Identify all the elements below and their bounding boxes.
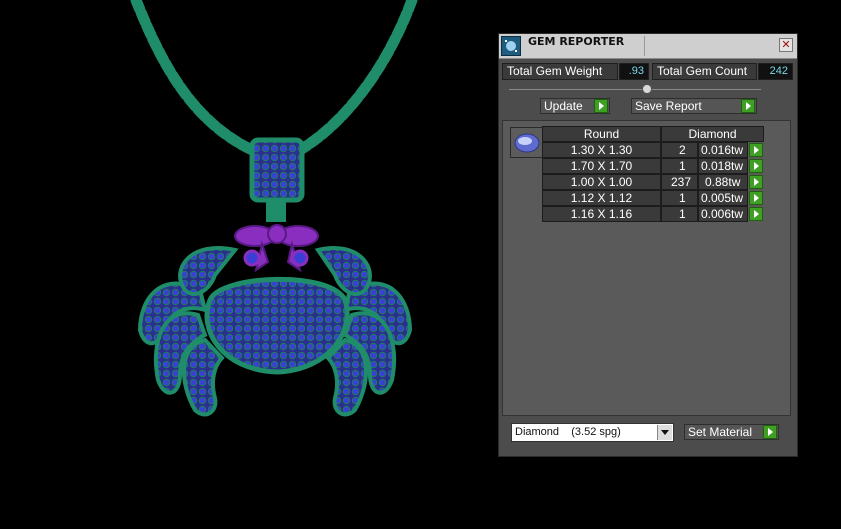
select-row-arrow-icon[interactable]	[749, 143, 763, 157]
size-slider-track[interactable]	[509, 89, 761, 90]
set-material-button[interactable]: Set Material	[684, 424, 779, 440]
play-arrow-icon	[741, 99, 755, 113]
title-bar[interactable]: GEM REPORTER ✕	[499, 34, 797, 59]
total-gem-weight-label: Total Gem Weight	[502, 63, 618, 80]
crab-body	[204, 276, 350, 375]
material-select[interactable]: Diamond (3.52 spg)	[511, 423, 674, 442]
gem-weight: 0.005tw	[698, 190, 748, 206]
gem-count: 1	[661, 190, 698, 206]
gem-size: 1.70 X 1.70	[542, 158, 661, 174]
size-slider-handle[interactable]	[642, 84, 652, 94]
gem-weight: 0.006tw	[698, 206, 748, 222]
update-button[interactable]: Update	[540, 98, 610, 114]
select-row-arrow-icon[interactable]	[749, 191, 763, 205]
close-button[interactable]: ✕	[779, 38, 793, 52]
select-row-arrow-icon[interactable]	[749, 159, 763, 173]
gem-reporter-icon	[501, 36, 521, 56]
round-gem-icon[interactable]	[510, 127, 545, 158]
select-row-arrow-icon[interactable]	[749, 207, 763, 221]
update-button-label: Update	[544, 99, 583, 113]
gem-size: 1.00 X 1.00	[542, 174, 661, 190]
gem-size: 1.30 X 1.30	[542, 142, 661, 158]
title-divider	[644, 36, 645, 56]
gem-size: 1.16 X 1.16	[542, 206, 661, 222]
select-row-arrow-icon[interactable]	[749, 175, 763, 189]
gem-count: 2	[661, 142, 698, 158]
save-report-button[interactable]: Save Report	[631, 98, 757, 114]
gem-material-header: Diamond	[661, 126, 764, 142]
3d-viewport[interactable]	[0, 0, 497, 525]
gem-count: 1	[661, 158, 698, 174]
close-icon: ✕	[781, 38, 791, 51]
gem-weight: 0.016tw	[698, 142, 748, 158]
total-gem-count-label: Total Gem Count	[652, 63, 757, 80]
chain	[130, 0, 418, 156]
gem-shape-header: Round	[542, 126, 661, 142]
crab-eye-right	[291, 249, 309, 267]
total-gem-weight-value: .93	[619, 63, 649, 80]
gem-count: 237	[661, 174, 698, 190]
panel-title: GEM REPORTER	[528, 35, 625, 48]
chevron-down-icon[interactable]	[657, 425, 672, 440]
crab-pendant-render	[130, 0, 418, 417]
gem-weight: 0.018tw	[698, 158, 748, 174]
set-material-button-label: Set Material	[688, 425, 753, 439]
gem-size: 1.12 X 1.12	[542, 190, 661, 206]
crab-eye-left	[243, 249, 261, 267]
gem-count: 1	[661, 206, 698, 222]
gem-reporter-panel: GEM REPORTER ✕ Total Gem Weight .93 Tota…	[498, 33, 798, 457]
total-gem-count-value: 242	[758, 63, 793, 80]
bail	[249, 137, 305, 203]
gem-list: Round Diamond 1.30 X 1.30 2 0.016tw 1.70…	[502, 120, 791, 416]
save-report-button-label: Save Report	[635, 99, 702, 113]
play-arrow-icon	[594, 99, 608, 113]
play-arrow-icon	[763, 425, 777, 439]
gem-weight: 0.88tw	[698, 174, 748, 190]
material-select-value: Diamond (3.52 spg)	[515, 426, 621, 438]
